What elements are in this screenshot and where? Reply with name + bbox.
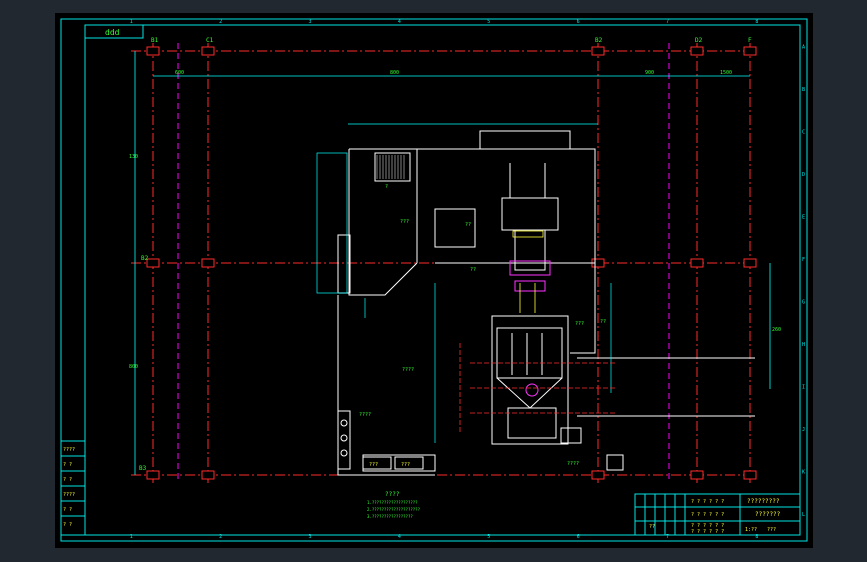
- machine-yellow: [512, 230, 544, 313]
- lower-left-features: [337, 410, 436, 472]
- left-table-row-3: ? ?: [63, 477, 72, 483]
- notes-title: ????: [385, 491, 400, 498]
- area-label-6: ??: [600, 319, 606, 325]
- row-markers: A B C D E F G H I J K L: [802, 44, 805, 518]
- notes-line-2: 2.????????????????????: [367, 507, 421, 512]
- title-sheet: ???: [767, 527, 776, 533]
- column-marker-1: 1: [130, 19, 133, 25]
- notes-line-3: 3.?????????????????: [367, 514, 413, 519]
- row-marker-L: L: [802, 512, 805, 518]
- title-scale: 1:??: [745, 527, 757, 533]
- title-project: ?????????: [747, 498, 780, 505]
- bottom-box-2-label: ???: [401, 462, 410, 468]
- left-table-row-2: ? ?: [63, 462, 72, 468]
- column-marker-5: 5: [487, 534, 490, 540]
- left-table-row-5: ? ?: [63, 507, 72, 513]
- title-cell-1: ? ? ? ? ? ?: [691, 499, 724, 505]
- cad-drawing-sheet: 1122334455667788 ABCDEFGHIJKL ddd B1 C1 …: [55, 13, 813, 548]
- row-marker-D: D: [802, 172, 805, 178]
- axis-label-c1: C1: [206, 37, 214, 44]
- row-marker-G: G: [802, 299, 805, 305]
- small-note: ????: [359, 412, 371, 418]
- row-marker-C: C: [802, 129, 805, 135]
- column-marker-6: 6: [577, 19, 580, 25]
- notes-line-1: 1.???????????????????: [367, 500, 418, 505]
- left-table-row-4: ????: [63, 492, 75, 498]
- row-marker-K: K: [802, 469, 805, 475]
- dim-left-1: 130: [129, 154, 138, 160]
- row-marker-B: B: [802, 87, 805, 93]
- dim-right: 260: [772, 327, 781, 333]
- area-label-3: ????: [402, 367, 414, 373]
- column-marker-6: 6: [577, 534, 580, 540]
- title-drawing: ???????: [755, 511, 781, 518]
- left-table-row-6: ? ?: [63, 522, 72, 528]
- machine-top: [501, 163, 559, 271]
- area-label-2: ??: [465, 222, 471, 228]
- row-marker-I: I: [802, 384, 805, 390]
- column-marker-1: 1: [130, 534, 133, 540]
- area-label-5: ?: [385, 184, 388, 190]
- row-marker-H: H: [802, 342, 805, 348]
- row-marker-J: J: [802, 427, 805, 433]
- column-marker-5: 5: [487, 19, 490, 25]
- area-label-7: ???: [575, 321, 584, 327]
- left-table-row-1: ????: [63, 447, 75, 453]
- dim-top-4: 1500: [720, 70, 732, 76]
- outer-border: [60, 18, 808, 542]
- column-marker-4: 4: [398, 534, 401, 540]
- column-marker-2: 2: [219, 534, 222, 540]
- dim-top-3: 900: [645, 70, 654, 76]
- title-sign: ??: [649, 524, 655, 530]
- top-tag: ddd: [105, 28, 120, 37]
- axis-label-b2: B2: [595, 37, 603, 44]
- column-marker-4: 4: [398, 19, 401, 25]
- stair-hatch: [376, 155, 405, 179]
- axis-label-b1: B1: [151, 37, 159, 44]
- drawing-canvas: 1122334455667788 ABCDEFGHIJKL ddd B1 C1 …: [60, 18, 808, 542]
- row-marker-F: F: [802, 257, 805, 263]
- building-walls: [337, 130, 755, 476]
- machine-bottom: [496, 327, 624, 471]
- column-marker-8: 8: [755, 19, 758, 25]
- area-label-1: ???: [400, 219, 409, 225]
- title-cell-4: ? ? ? ? ? ?: [691, 529, 724, 535]
- column-marker-3: 3: [308, 19, 311, 25]
- row-marker-A: A: [802, 44, 805, 50]
- dim-top-1: 600: [175, 70, 184, 76]
- dim-left-2: 800: [129, 364, 138, 370]
- axis-label-mid: B2: [141, 255, 149, 262]
- area-label-4: ??: [470, 267, 476, 273]
- dim-top-2: 800: [390, 70, 399, 76]
- inner-border: [84, 24, 801, 536]
- column-marker-2: 2: [219, 19, 222, 25]
- column-marker-7: 7: [666, 19, 669, 25]
- title-cell-2: ? ? ? ? ? ?: [691, 512, 724, 518]
- axis-label-d2: D2: [695, 37, 703, 44]
- column-marker-3: 3: [308, 534, 311, 540]
- column-markers: 1122334455667788: [130, 19, 759, 540]
- bottom-box-1-label: ???: [369, 462, 378, 468]
- left-table: [60, 440, 86, 536]
- area-label-8: ????: [567, 461, 579, 467]
- axis-label-bottom: B3: [139, 465, 147, 472]
- axis-label-f: F: [748, 37, 752, 44]
- machine-red-axes: [459, 343, 615, 433]
- building-outline-dims: [316, 152, 612, 443]
- row-marker-E: E: [802, 214, 805, 220]
